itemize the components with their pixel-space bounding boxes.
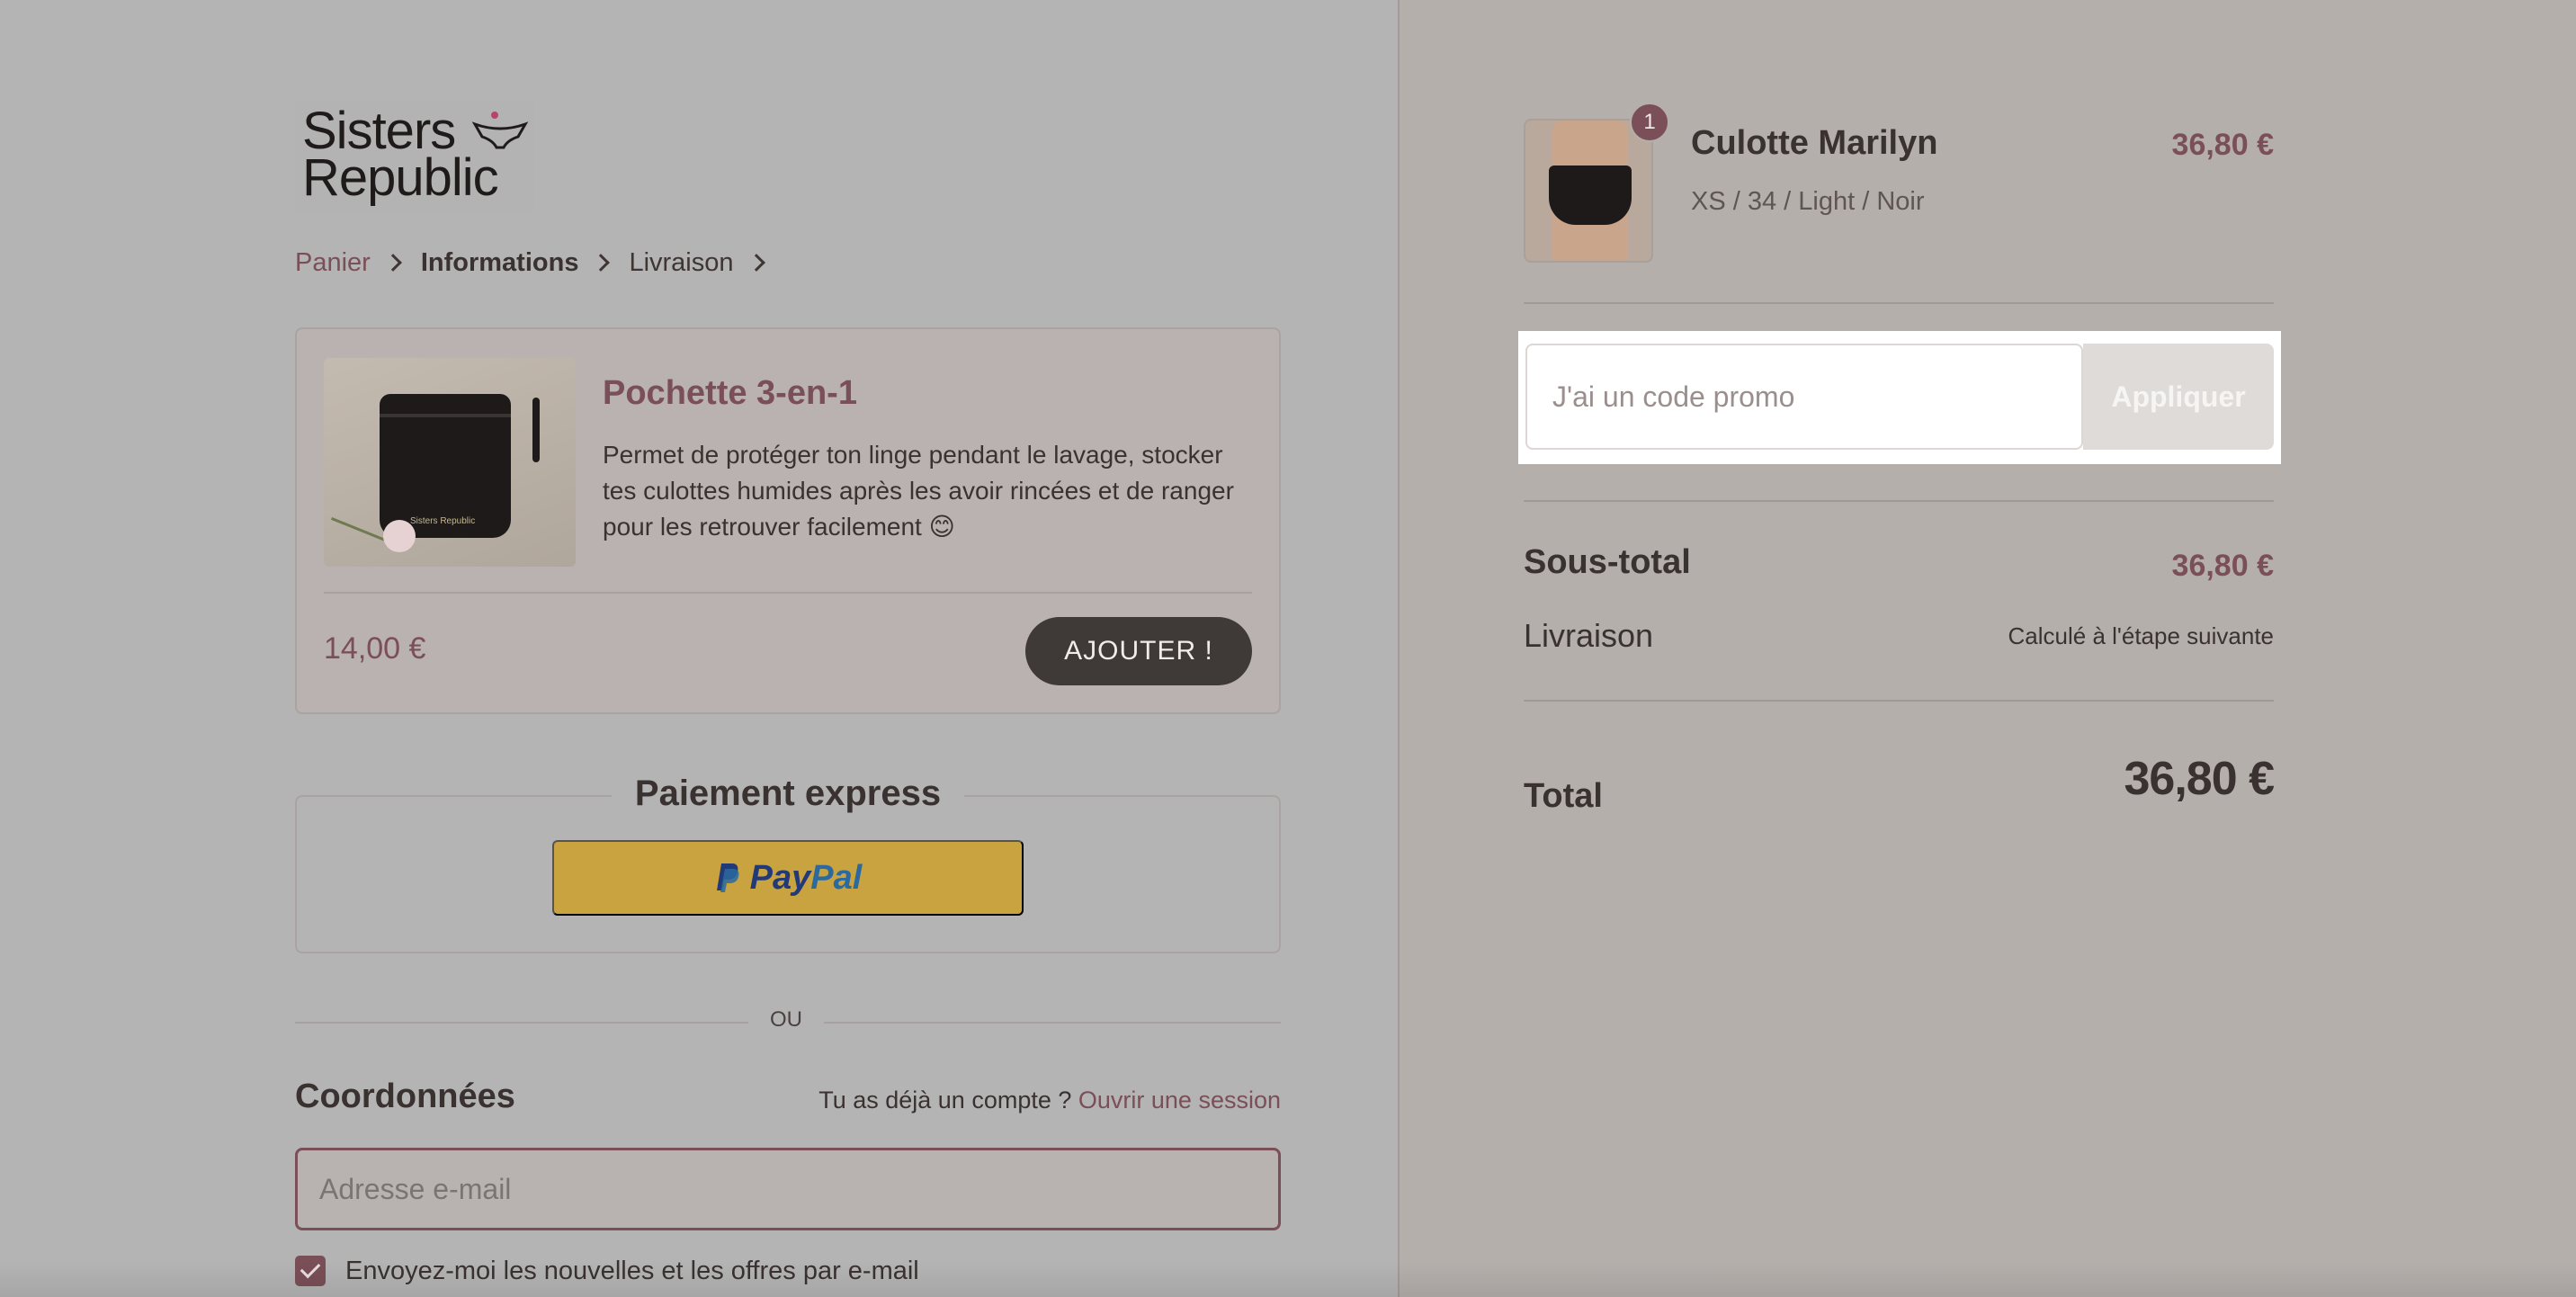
pouch-brand-label: Sisters Republic bbox=[410, 516, 476, 526]
apply-promo-button[interactable]: Appliquer bbox=[2083, 344, 2274, 450]
upsell-price: 14,00 € bbox=[324, 631, 426, 666]
store-logo[interactable]: Sisters Republic bbox=[295, 101, 534, 212]
account-prompt-text: Tu as déjà un compte ? bbox=[818, 1087, 1078, 1114]
cart-item-image bbox=[1524, 119, 1653, 263]
paypal-pal-text: Pal bbox=[810, 858, 863, 897]
upsell-card: Sisters Republic Pochette 3-en-1 Permet … bbox=[295, 327, 1281, 714]
chevron-right-icon bbox=[747, 254, 765, 272]
shipping-label: Livraison bbox=[1524, 617, 1654, 654]
newsletter-label: Envoyez-moi les nouvelles et les offres … bbox=[345, 1256, 919, 1285]
express-payment-title: Paiement express bbox=[612, 765, 964, 822]
breadcrumb-information: Informations bbox=[420, 247, 579, 277]
cart-item-variant: XS / 34 / Light / Noir bbox=[1691, 187, 1925, 216]
add-upsell-button[interactable]: AJOUTER ! bbox=[1025, 617, 1252, 685]
or-divider-text: OU bbox=[770, 1007, 802, 1032]
summary-separator bbox=[1524, 302, 2274, 304]
login-link[interactable]: Ouvrir une session bbox=[1078, 1087, 1281, 1114]
summary-separator bbox=[1524, 500, 2274, 502]
breadcrumb-shipping: Livraison bbox=[629, 247, 734, 277]
chevron-right-icon bbox=[383, 254, 402, 272]
upsell-description: Permet de protéger ton linge pendant le … bbox=[603, 441, 1234, 541]
pouch-zip-shape bbox=[380, 414, 511, 417]
contact-section-title: Coordonnées bbox=[295, 1078, 515, 1115]
paypal-pay-text: Pay bbox=[749, 858, 811, 897]
account-prompt: Tu as déjà un compte ? Ouvrir une sessio… bbox=[818, 1087, 1281, 1114]
promo-code-area: Appliquer bbox=[1518, 331, 2281, 464]
or-divider-left bbox=[295, 1022, 748, 1024]
paypal-button[interactable]: Pay Pal bbox=[552, 840, 1024, 916]
total-label: Total bbox=[1524, 777, 1603, 815]
upsell-separator bbox=[324, 592, 1252, 594]
brief-shape bbox=[1549, 165, 1632, 225]
newsletter-checkbox[interactable] bbox=[295, 1256, 326, 1286]
paypal-icon bbox=[716, 863, 739, 892]
upsell-product-image: Sisters Republic bbox=[324, 358, 576, 567]
subtotal-value: 36,80 € bbox=[2171, 549, 2274, 583]
cart-item-quantity-badge: 1 bbox=[1630, 103, 1669, 142]
upsell-title: Pochette 3-en-1 bbox=[603, 374, 857, 412]
email-field[interactable] bbox=[295, 1148, 1281, 1230]
logo-text-line2: Republic bbox=[302, 148, 499, 207]
subtotal-label: Sous-total bbox=[1524, 543, 1691, 581]
breadcrumb-cart[interactable]: Panier bbox=[295, 248, 371, 278]
summary-separator bbox=[1524, 700, 2274, 702]
shipping-value: Calculé à l'étape suivante bbox=[2008, 622, 2274, 649]
newsletter-option[interactable]: Envoyez-moi les nouvelles et les offres … bbox=[295, 1256, 919, 1286]
chevron-right-icon bbox=[592, 254, 611, 272]
cart-item-name: Culotte Marilyn bbox=[1691, 124, 1938, 162]
cart-item-price: 36,80 € bbox=[2171, 128, 2274, 162]
underwear-icon bbox=[471, 112, 529, 149]
pouch-strap-shape bbox=[532, 398, 540, 462]
promo-code-input[interactable] bbox=[1525, 344, 2083, 450]
breadcrumb: Panier Informations Livraison bbox=[295, 243, 784, 282]
or-divider-right bbox=[824, 1022, 1281, 1024]
total-value: 36,80 € bbox=[2124, 753, 2275, 805]
